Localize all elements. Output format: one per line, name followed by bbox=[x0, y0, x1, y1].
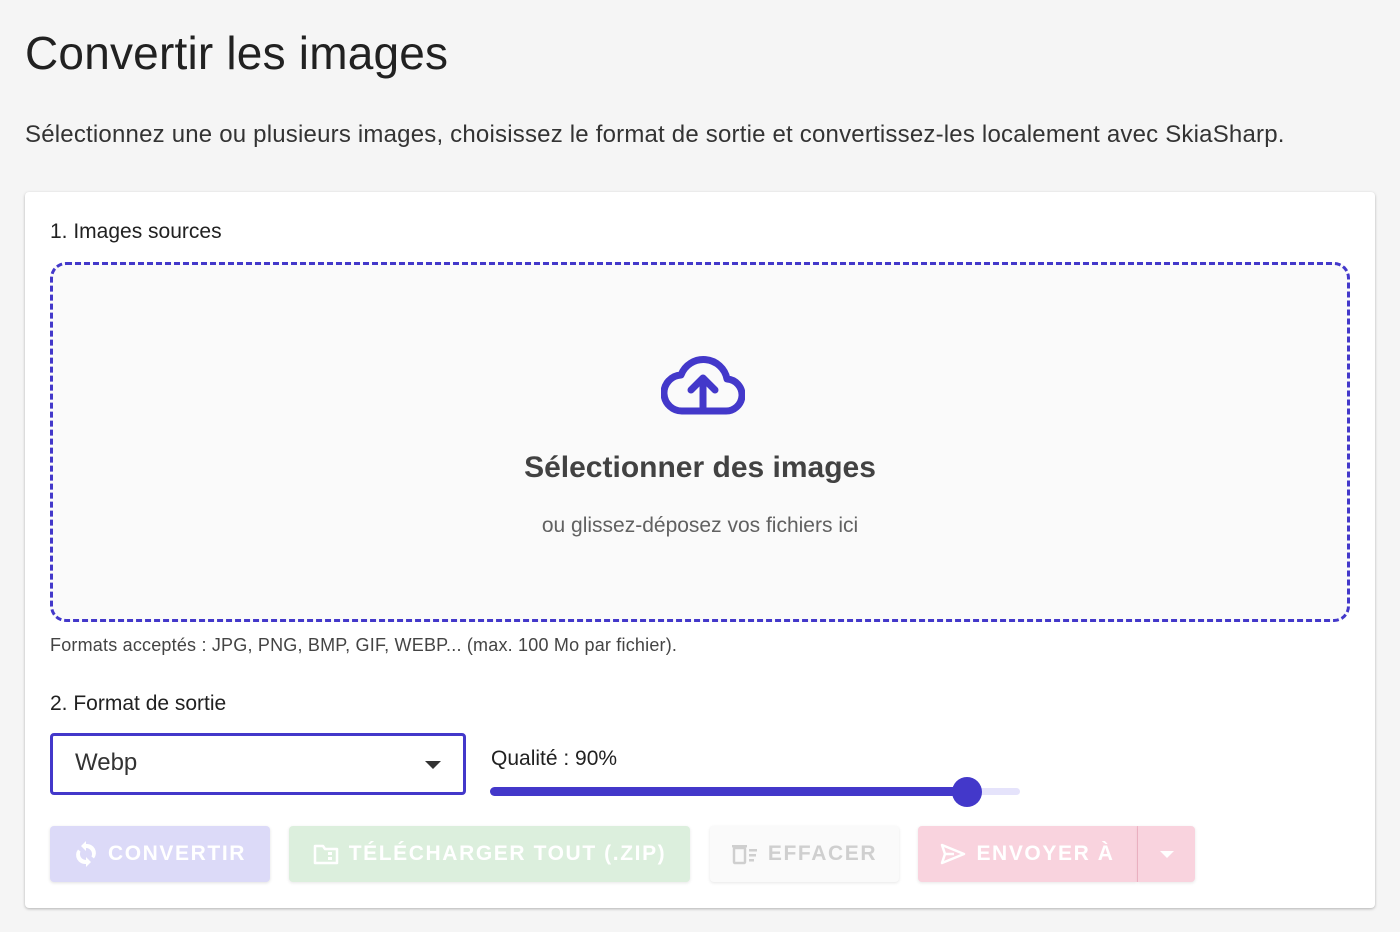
image-dropzone[interactable]: Sélectionner des images ou glissez-dépos… bbox=[50, 262, 1350, 622]
quality-slider-track bbox=[490, 787, 967, 796]
dropzone-title: Sélectionner des images bbox=[524, 451, 876, 484]
sync-icon bbox=[74, 841, 98, 867]
page-title: Convertir les images bbox=[25, 27, 449, 79]
delete-sweep-icon bbox=[731, 843, 758, 865]
output-section-label: 2. Format de sortie bbox=[50, 692, 227, 715]
quality-slider-thumb[interactable] bbox=[952, 777, 982, 807]
send-to-button[interactable]: ENVOYER À bbox=[918, 826, 1137, 882]
accepted-formats-note: Formats acceptés : JPG, PNG, BMP, GIF, W… bbox=[50, 635, 678, 655]
convert-button[interactable]: CONVERTIR bbox=[50, 826, 270, 882]
send-to-options-button[interactable] bbox=[1138, 826, 1195, 882]
sources-section-label: 1. Images sources bbox=[50, 220, 222, 243]
converter-card: 1. Images sources Sélectionner des image… bbox=[25, 192, 1375, 908]
quality-slider[interactable] bbox=[490, 776, 1020, 808]
folder-zip-icon bbox=[313, 843, 339, 865]
cloud-upload-icon bbox=[661, 356, 745, 415]
page: Convertir les images Sélectionnez une ou… bbox=[0, 0, 1400, 932]
output-format-select[interactable]: Webp bbox=[50, 733, 466, 795]
convert-button-label: CONVERTIR bbox=[107, 842, 247, 865]
output-format-value: Webp bbox=[75, 749, 138, 776]
download-zip-button[interactable]: TÉLÉCHARGER TOUT (.ZIP) bbox=[289, 826, 690, 882]
clear-button-label: EFFACER bbox=[767, 842, 878, 865]
dropzone-hint: ou glissez-déposez vos fichiers ici bbox=[541, 514, 859, 537]
clear-button[interactable]: EFFACER bbox=[710, 826, 899, 882]
quality-label: Qualité : 90% bbox=[491, 747, 618, 770]
download-zip-button-label: TÉLÉCHARGER TOUT (.ZIP) bbox=[348, 842, 667, 865]
send-icon bbox=[940, 843, 966, 865]
caret-down-icon bbox=[1159, 850, 1174, 858]
page-subtitle: Sélectionnez une ou plusieurs images, ch… bbox=[25, 121, 1285, 148]
chevron-down-icon bbox=[425, 761, 441, 769]
send-to-button-label: ENVOYER À bbox=[976, 842, 1115, 865]
